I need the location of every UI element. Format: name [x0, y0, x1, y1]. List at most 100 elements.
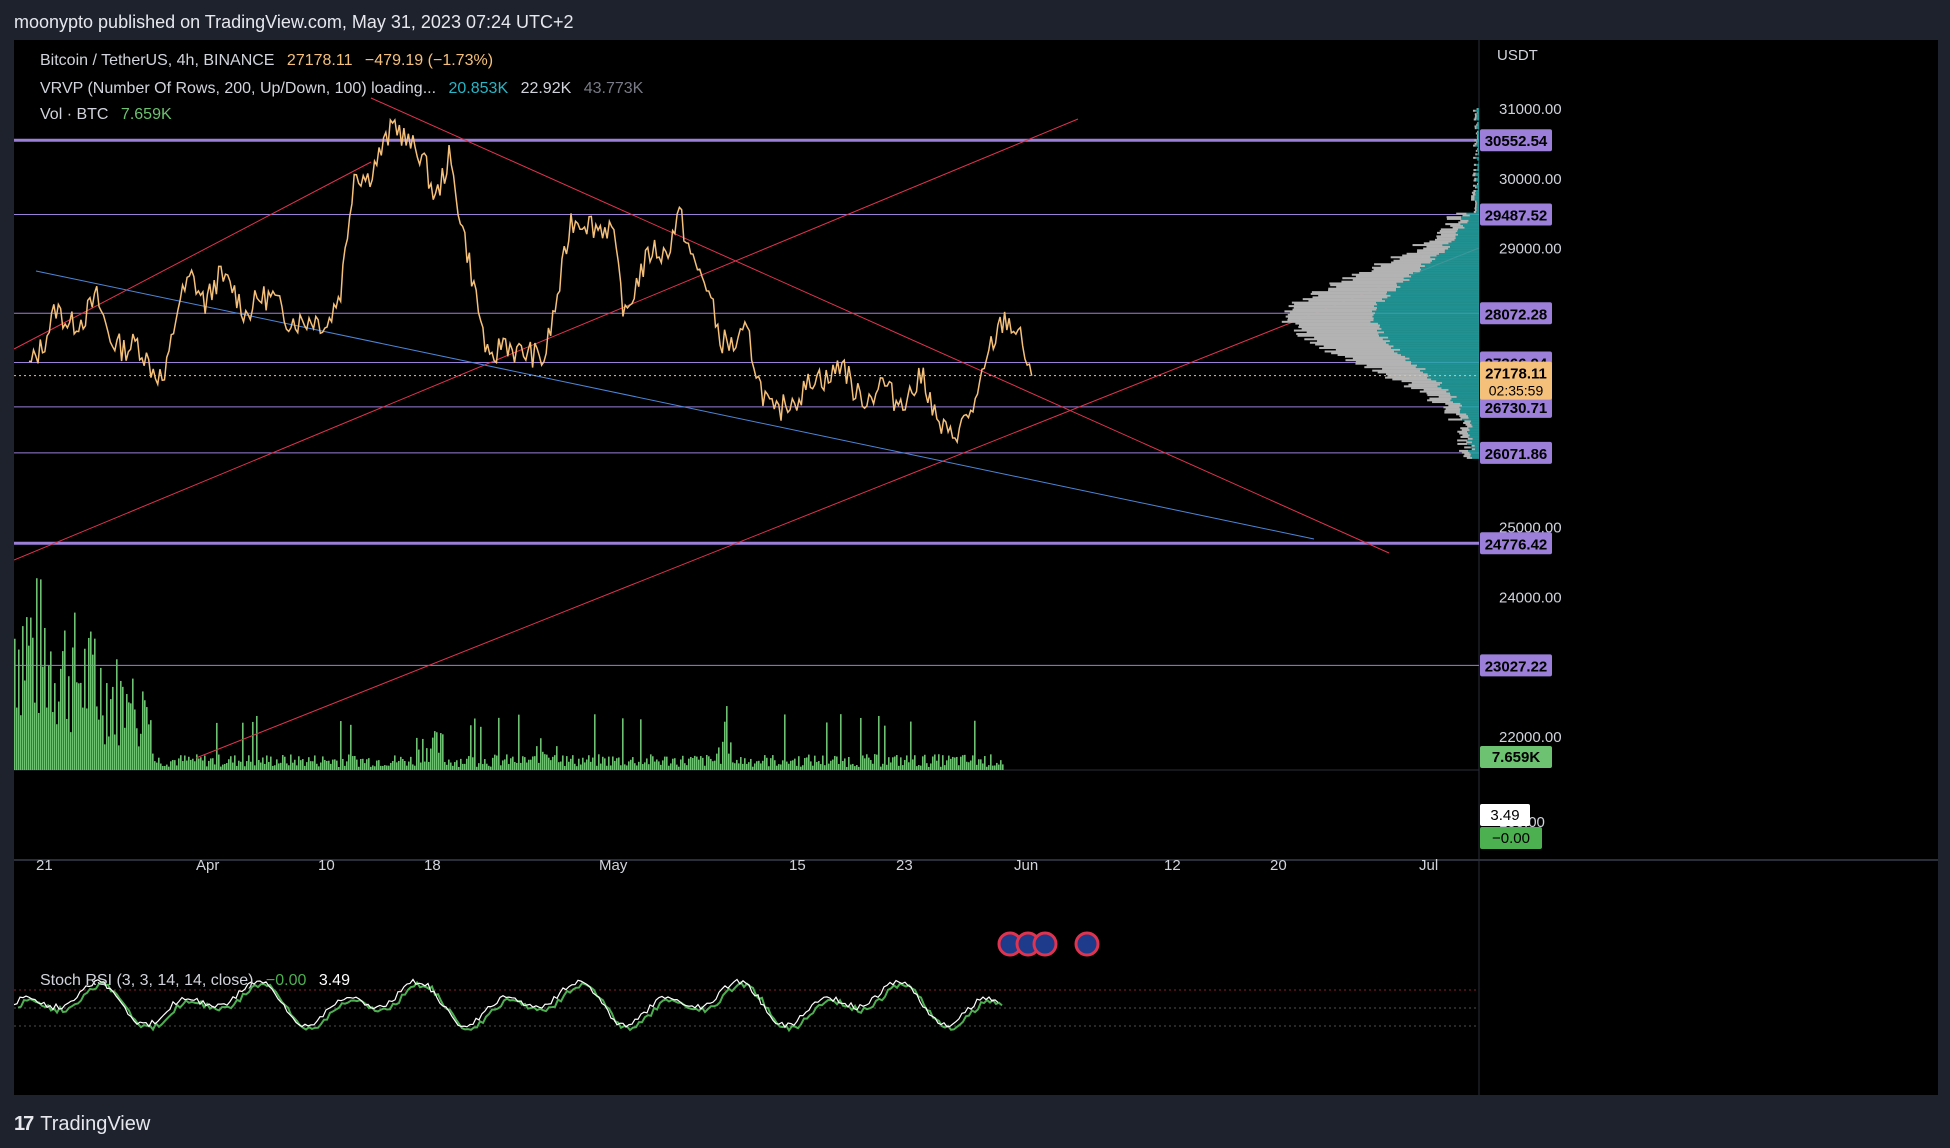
- volume-bar: [680, 759, 682, 770]
- time-axis-label: 15: [789, 857, 806, 874]
- volume-bar: [292, 762, 294, 770]
- volume-label[interactable]: Vol · BTC: [40, 106, 108, 123]
- volume-bar: [568, 761, 570, 770]
- vp-row: [1301, 327, 1382, 330]
- volume-bar: [532, 756, 534, 770]
- chart-area[interactable]: USDT 31000.00 30000.00 29000.00 25000.00 2400…: [14, 40, 1938, 1095]
- volume-bar: [824, 765, 826, 770]
- volume-bar: [752, 766, 754, 770]
- volume-bar: [60, 668, 62, 770]
- rsi-d-badge-label: 3.49: [1490, 807, 1519, 824]
- volume-bar: [622, 718, 624, 770]
- vp-row: [1451, 240, 1479, 243]
- level-price-label: 23027.22: [1485, 658, 1548, 675]
- vp-row: [1436, 380, 1479, 383]
- footer-brand[interactable]: TradingView: [40, 1113, 150, 1136]
- volume-bar: [408, 761, 410, 770]
- vp-row: [1477, 148, 1479, 151]
- volume-bar: [854, 766, 856, 770]
- volume-bar: [560, 761, 562, 770]
- volume-bar: [650, 754, 652, 770]
- vp-row: [1399, 258, 1436, 261]
- vp-row: [1451, 397, 1479, 400]
- volume-bar: [964, 754, 966, 770]
- vp-row: [1427, 394, 1451, 397]
- vp-row: [1444, 409, 1461, 412]
- vp-row: [1372, 266, 1421, 269]
- vp-row: [1442, 381, 1479, 384]
- vp-row: [1387, 296, 1479, 299]
- volume-bar: [638, 761, 640, 770]
- volume-bar: [574, 763, 576, 770]
- vp-row: [1401, 380, 1437, 383]
- volume-bar: [814, 755, 816, 770]
- volume-bar: [330, 763, 332, 770]
- vp-row: [1352, 278, 1410, 281]
- volume-bar: [804, 758, 806, 770]
- volume-bar: [336, 760, 338, 770]
- volume-bar: [158, 757, 160, 770]
- volume-bar: [356, 759, 358, 770]
- volume-bar: [602, 756, 604, 770]
- vp-row: [1475, 144, 1479, 147]
- volume-bar: [160, 763, 162, 770]
- volume-bar: [246, 761, 248, 770]
- volume-bar: [746, 763, 748, 770]
- vp-row: [1419, 270, 1479, 273]
- vp-row: [1475, 184, 1479, 187]
- volume-bar: [324, 759, 326, 770]
- tradingview-logo-icon[interactable]: 17: [14, 1113, 34, 1136]
- vp-row: [1477, 111, 1479, 114]
- stoch-rsi-label[interactable]: Stoch RSI (3, 3, 14, 14, close): [40, 972, 253, 989]
- volume-bar: [238, 760, 240, 770]
- volume-bar: [80, 682, 82, 770]
- time-axis-label: 10: [318, 857, 335, 874]
- vp-row: [1389, 340, 1479, 343]
- axis-tick-label: 30000.00: [1499, 171, 1562, 188]
- volume-bar: [410, 756, 412, 770]
- vrvp-label[interactable]: VRVP (Number Of Rows, 200, Up/Down, 100)…: [40, 80, 436, 97]
- volume-bar: [194, 761, 196, 770]
- vp-row: [1427, 376, 1479, 379]
- vp-row: [1459, 406, 1479, 409]
- volume-bar: [540, 738, 542, 770]
- volume-bar: [850, 764, 852, 770]
- volume-bar: [448, 759, 450, 770]
- volume-bar: [490, 766, 492, 770]
- volume-bar: [214, 764, 216, 770]
- vp-row: [1427, 399, 1451, 402]
- volume-bar: [790, 760, 792, 770]
- volume-bar: [310, 761, 312, 770]
- volume-bar: [382, 765, 384, 770]
- volume-bar: [242, 722, 244, 770]
- volume-bar: [678, 766, 680, 770]
- vp-row: [1477, 158, 1479, 161]
- vp-row: [1285, 315, 1373, 318]
- volume-bar: [218, 754, 220, 770]
- vp-row: [1460, 427, 1469, 430]
- vrvp-total: 43.773K: [583, 80, 644, 97]
- vp-row: [1475, 202, 1477, 205]
- vp-row: [1374, 305, 1479, 308]
- vp-row: [1445, 402, 1461, 405]
- vp-row: [1469, 451, 1479, 454]
- volume-bar: [386, 765, 388, 770]
- volume-bar: [628, 761, 630, 770]
- vp-row: [1466, 212, 1479, 215]
- volume-bar: [520, 762, 522, 770]
- volume-bar: [250, 761, 252, 770]
- vp-row: [1351, 273, 1410, 276]
- volume-bar: [714, 760, 716, 770]
- symbol-name[interactable]: Bitcoin / TetherUS, 4h, BINANCE: [40, 52, 274, 69]
- price-chart[interactable]: USDT31000.0030000.0029000.0025000.002400…: [14, 40, 1938, 1095]
- vp-row: [1476, 200, 1479, 203]
- vp-row: [1464, 226, 1479, 229]
- vp-row: [1469, 214, 1479, 217]
- vp-row: [1397, 284, 1479, 287]
- vp-row: [1289, 312, 1375, 315]
- volume-bar: [810, 761, 812, 770]
- vp-row: [1281, 320, 1371, 323]
- vp-row: [1308, 299, 1386, 302]
- volume-bar: [986, 766, 988, 770]
- volume-bar: [916, 766, 918, 770]
